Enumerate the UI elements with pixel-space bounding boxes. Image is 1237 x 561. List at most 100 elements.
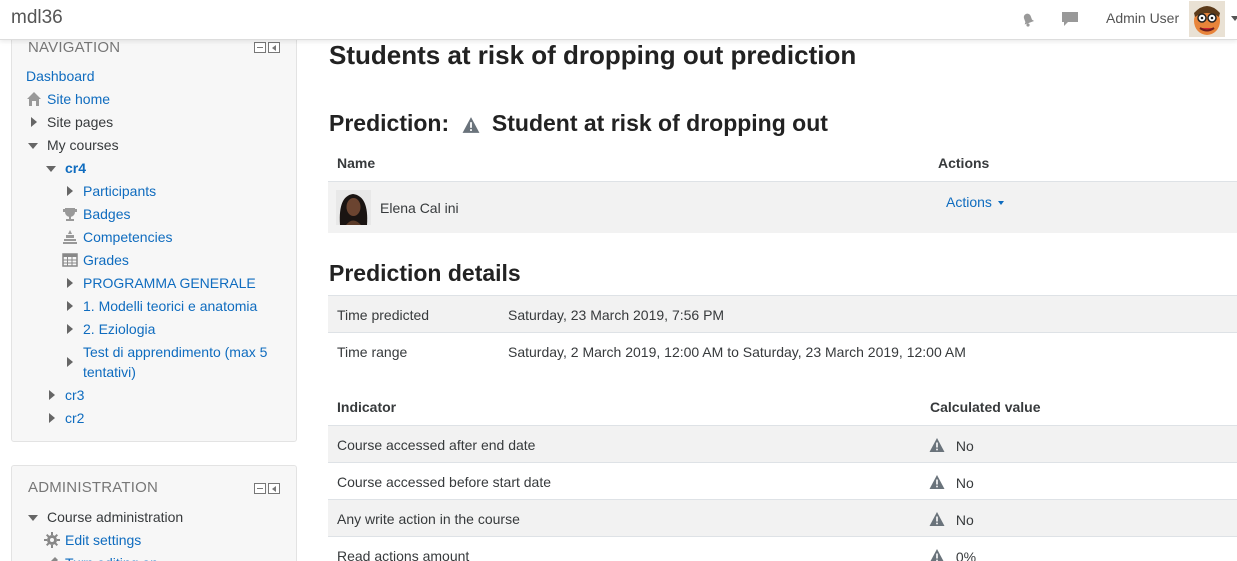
column-header-indicator: Indicator (337, 399, 397, 415)
nav-item-section-eziologia[interactable]: 2. Eziologia (67, 319, 155, 339)
nav-item-label[interactable]: cr3 (65, 385, 84, 405)
user-menu-name[interactable]: Admin User (1106, 10, 1179, 26)
indicator-value-text: No (955, 475, 974, 491)
prediction-table-header: Name Actions (328, 144, 1237, 181)
warning-icon (929, 438, 945, 452)
nav-item-course-cr4[interactable]: cr4 (46, 158, 86, 178)
page-title: Students at risk of dropping out predict… (329, 40, 857, 70)
admin-item-course-administration[interactable]: Course administration (28, 507, 183, 527)
indicator-name: Any write action in the course (337, 511, 520, 527)
admin-item-label: Course administration (47, 509, 184, 525)
nav-item-label: My courses (47, 137, 119, 153)
detail-label: Time range (337, 344, 408, 360)
nav-item-my-courses[interactable]: My courses (28, 135, 119, 155)
indicator-value-text: 0% (955, 549, 977, 561)
dock-block-icon[interactable] (268, 42, 280, 53)
nav-item-course-cr2[interactable]: cr2 (49, 408, 84, 428)
nav-item-label[interactable]: Competencies (83, 227, 173, 247)
indicator-row: Any write action in the course No (328, 499, 1237, 536)
nav-item-badges[interactable]: Badges (62, 204, 130, 224)
pencil-icon (51, 557, 58, 561)
gear-icon (44, 532, 60, 548)
indicator-row: Course accessed after end date No (328, 425, 1237, 462)
nav-item-participants[interactable]: Participants (67, 181, 156, 201)
indicator-name: Course accessed after end date (337, 437, 536, 453)
warning-icon (930, 549, 944, 561)
student-avatar[interactable] (336, 190, 371, 225)
admin-item-label[interactable]: Edit settings (65, 530, 141, 550)
expand-icon[interactable] (49, 390, 55, 400)
expand-icon[interactable] (67, 357, 73, 367)
nav-item-course-cr3[interactable]: cr3 (49, 385, 84, 405)
indicator-table-header: Indicator Calculated value (328, 388, 1237, 425)
home-icon (27, 92, 41, 106)
trophy-icon (63, 208, 77, 221)
chat-icon[interactable] (1061, 10, 1079, 28)
warning-icon (929, 512, 945, 526)
nav-item-label[interactable]: 2. Eziologia (83, 319, 155, 339)
column-header-calculated-value: Calculated value (930, 399, 1041, 415)
nav-item-label[interactable]: cr4 (65, 158, 86, 178)
administration-block-title: ADMINISTRATION (28, 479, 159, 496)
competency-icon (63, 230, 77, 244)
collapse-icon[interactable] (46, 166, 56, 172)
expand-icon[interactable] (49, 413, 55, 423)
prediction-details-heading: Prediction details (329, 260, 521, 286)
chevron-down-icon[interactable] (997, 201, 1004, 205)
nav-item-section-programma[interactable]: PROGRAMMA GENERALE (67, 273, 256, 293)
details-row: Time predicted Saturday, 23 March 2019, … (328, 295, 1237, 332)
prediction-row: Elena Cal ini Actions (328, 181, 1237, 233)
actions-menu-button[interactable]: Actions (946, 194, 1004, 210)
user-avatar[interactable] (1189, 1, 1225, 37)
expand-icon[interactable] (31, 117, 37, 127)
minimize-block-icon[interactable] (254, 42, 266, 53)
detail-label: Time predicted (337, 307, 430, 323)
indicator-name: Course accessed before start date (337, 474, 552, 490)
expand-icon[interactable] (67, 301, 73, 311)
nav-item-label[interactable]: Grades (83, 250, 129, 270)
student-name[interactable]: Elena Cal ini (380, 200, 459, 216)
user-menu-caret-icon[interactable] (1231, 16, 1237, 21)
nav-item-competencies[interactable]: Competencies (62, 227, 173, 247)
nav-item-label[interactable]: cr2 (65, 408, 84, 428)
nav-item-grades[interactable]: Grades (62, 250, 129, 270)
actions-menu-label[interactable]: Actions (946, 194, 992, 210)
navigation-block-title: NAVIGATION (28, 39, 121, 56)
nav-item-label[interactable]: 1. Modelli teorici e anatomia (83, 296, 257, 316)
nav-item-label[interactable]: Badges (83, 204, 130, 224)
collapse-icon[interactable] (28, 515, 38, 521)
indicator-row: Read actions amount 0% (328, 536, 1237, 561)
minimize-block-icon[interactable] (254, 483, 266, 494)
nav-item-section-modelli[interactable]: 1. Modelli teorici e anatomia (67, 296, 257, 316)
nav-item-label[interactable]: Participants (83, 181, 156, 201)
admin-item-label[interactable]: Turn editing on (65, 553, 158, 561)
prediction-heading: Prediction: Student at risk of dropping … (329, 110, 828, 137)
nav-item-label[interactable]: PROGRAMMA GENERALE (83, 273, 256, 293)
column-header-name: Name (337, 155, 376, 171)
nav-item-label: Site pages (47, 114, 114, 130)
admin-item-edit-settings[interactable]: Edit settings (44, 530, 141, 550)
grades-icon (62, 253, 78, 267)
expand-icon[interactable] (67, 278, 73, 288)
admin-item-turn-editing-on[interactable]: Turn editing on (44, 553, 158, 561)
expand-icon[interactable] (67, 186, 73, 196)
nav-item-label-continued[interactable]: tentativi) (83, 362, 136, 382)
nav-item-site-home[interactable]: Site home (26, 89, 110, 109)
warning-icon (462, 117, 479, 133)
dock-block-icon[interactable] (268, 483, 280, 494)
detail-value: Saturday, 2 March 2019, 12:00 AM to Satu… (508, 344, 966, 360)
nav-item-label[interactable]: Site home (47, 89, 110, 109)
indicator-value-text: No (955, 512, 974, 528)
nav-item-section-test[interactable] (67, 352, 73, 367)
column-header-actions: Actions (938, 155, 990, 171)
nav-item-label[interactable]: Test di apprendimento (max 5 (83, 342, 267, 362)
collapse-icon[interactable] (28, 143, 38, 149)
nav-item-dashboard[interactable]: Dashboard (26, 66, 95, 86)
site-name-link[interactable]: mdl36 (11, 7, 63, 29)
nav-item-site-pages[interactable]: Site pages (31, 112, 113, 132)
expand-icon[interactable] (67, 324, 73, 334)
indicator-value-text: No (955, 438, 974, 454)
bell-icon[interactable] (1019, 10, 1037, 28)
indicator-value: 0% (929, 548, 976, 561)
nav-item-label[interactable]: Dashboard (26, 66, 95, 86)
